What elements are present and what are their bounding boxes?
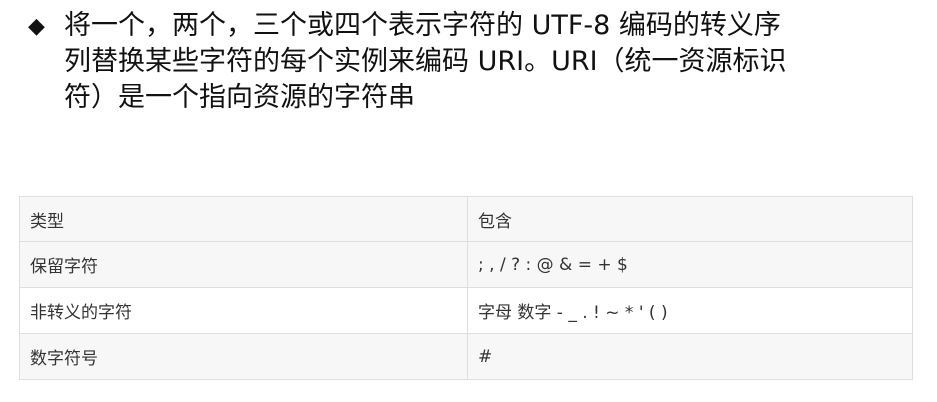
description-bullet: ◆ 将一个，两个，三个或四个表示字符的 UTF-8 编码的转义序 列替换某些字符…	[28, 8, 908, 116]
row-type-cell: 非转义的字符	[19, 287, 468, 334]
row-type-cell: 保留字符	[19, 241, 468, 288]
description-text: 将一个，两个，三个或四个表示字符的 UTF-8 编码的转义序 列替换某些字符的每…	[64, 8, 854, 116]
table-header-row: 类型 包含	[19, 196, 913, 242]
table-row: 保留字符 ; , / ? : @ & = + $	[19, 241, 913, 288]
description-line-2: 列替换某些字符的每个实例来编码 URI。URI（统一资源标识	[64, 46, 787, 77]
table-row: 非转义的字符 字母 数字 - _ . ! ~ * ' ( )	[19, 287, 913, 334]
description-line-1: 将一个，两个，三个或四个表示字符的 UTF-8 编码的转义序	[64, 10, 781, 41]
header-contains: 包含	[467, 196, 913, 242]
header-type: 类型	[19, 196, 468, 242]
diamond-bullet-icon: ◆	[28, 14, 45, 39]
row-contains-cell: ; , / ? : @ & = + $	[467, 241, 913, 288]
row-contains-cell: #	[467, 333, 913, 380]
character-type-table: 类型 包含 保留字符 ; , / ? : @ & = + $ 非转义的字符 字母…	[19, 196, 913, 380]
description-line-3: 符）是一个指向资源的字符串	[64, 82, 415, 113]
uri-character-table: 类型 包含 保留字符 ; , / ? : @ & = + $ 非转义的字符 字母…	[19, 196, 913, 380]
row-type-cell: 数字符号	[19, 333, 468, 380]
table-row: 数字符号 #	[19, 333, 913, 380]
row-contains-cell: 字母 数字 - _ . ! ~ * ' ( )	[467, 287, 913, 334]
